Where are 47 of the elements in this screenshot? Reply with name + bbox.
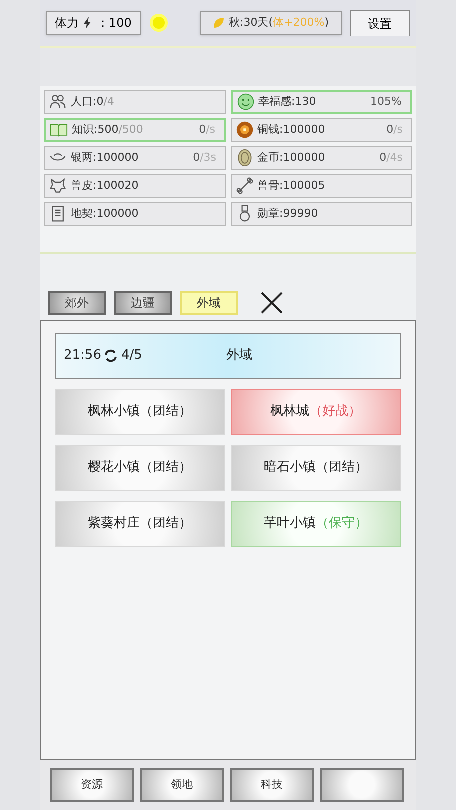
bone-icon [236,177,254,195]
document-icon [49,205,67,223]
region-tab[interactable]: 郊外 [48,291,106,315]
town-button[interactable]: 枫林小镇（团结） [55,389,225,435]
leaf-icon [213,17,226,29]
people-icon [49,93,67,111]
stamina-label: 体力 [55,15,79,32]
close-icon[interactable] [260,291,284,315]
nav-button[interactable]: 资源 [50,768,134,802]
coin-icon [236,121,254,139]
resource-amount: 知识:500/500 [72,122,144,138]
resource-amount: 人口:0/4 [71,94,114,110]
resource-amount: 地契:100000 [71,206,139,222]
resource-rate: 105% [370,94,403,110]
resource-amount: 勋章:99990 [258,206,318,222]
resource-amount: 兽骨:100005 [258,178,326,194]
stamina-value: ：100 [97,15,132,32]
town-button[interactable]: 暗石小镇（团结） [231,445,401,491]
resource-rate: 0/3s [193,150,218,166]
resource-amount: 幸福感:130 [258,94,316,110]
region-tab[interactable]: 外域 [180,291,238,315]
town-button[interactable]: 芊叶小镇（保守） [231,501,401,547]
refresh-count: 4/5 [121,347,142,366]
coin-icon [236,149,254,167]
time-text: 21:56 [64,347,102,366]
settings-button[interactable]: 设置 [350,10,410,36]
town-button[interactable]: 枫林城（好战） [231,389,401,435]
refresh-icon [104,349,118,363]
resource-amount: 金币:100000 [258,150,326,166]
resource-rate: 0/s [199,122,216,138]
region-title: 外域 [226,347,252,366]
book-icon [50,121,68,139]
nav-button[interactable]: 领地 [140,768,224,802]
season-text: 秋:30天(体+200%) [229,14,329,31]
resource-rate: 0/s [386,122,404,138]
nav-button[interactable]: 科技 [230,768,314,802]
resource-rate: 0/4s [380,150,404,166]
resource-amount: 银两:100000 [71,150,139,166]
resource-amount: 铜钱:100000 [258,122,326,138]
sun-icon [148,13,169,33]
smiley-icon [236,93,254,111]
lightning-icon [83,17,93,29]
nav-button[interactable] [320,768,404,802]
town-button[interactable]: 紫葵村庄（团结） [55,501,225,547]
resource-amount: 兽皮:100020 [71,178,139,194]
region-tab[interactable]: 边疆 [114,291,172,315]
town-button[interactable]: 樱花小镇（团结） [55,445,225,491]
